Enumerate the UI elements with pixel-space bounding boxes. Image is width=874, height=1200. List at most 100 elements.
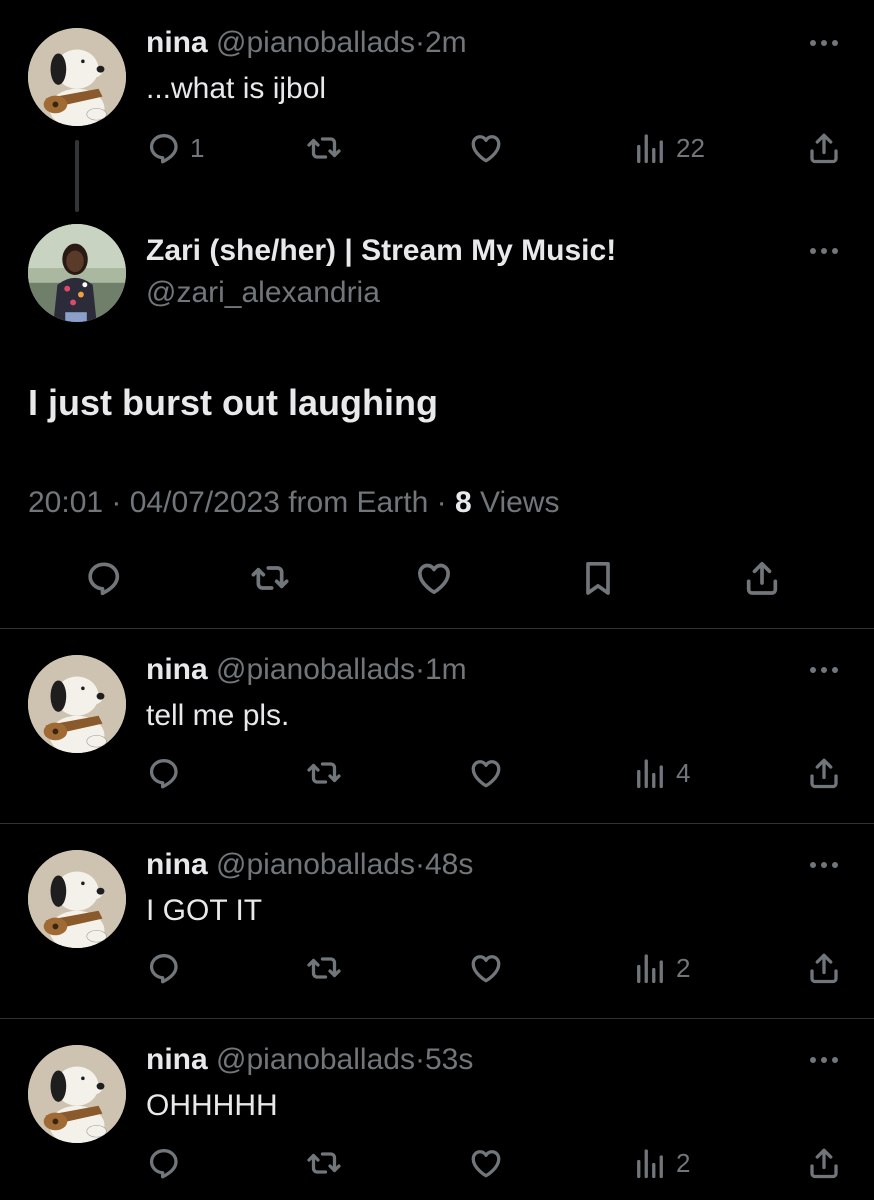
bookmark-icon: [578, 558, 618, 598]
tweet-4[interactable]: nina @pianoballads·53s OHHHHH 2: [0, 1019, 874, 1200]
avatar-image: [28, 655, 126, 753]
user-name[interactable]: nina: [146, 653, 208, 686]
tweet-actions: 2: [146, 948, 846, 988]
reply-button[interactable]: [84, 558, 124, 598]
reply-icon: [84, 558, 124, 598]
tweet-1[interactable]: nina @pianoballads·2m ...what is ijbol 1…: [0, 0, 874, 220]
more-icon[interactable]: [810, 246, 844, 256]
retweet-button[interactable]: [306, 128, 342, 168]
user-handle[interactable]: @pianoballads: [216, 848, 415, 881]
avatar[interactable]: [28, 224, 126, 322]
reply-icon: [146, 1145, 182, 1181]
retweet-icon: [306, 1145, 342, 1181]
tweet-actions: 4: [146, 753, 846, 793]
views-button[interactable]: 2: [632, 1143, 690, 1183]
avatar[interactable]: [28, 655, 126, 753]
views-count: 8: [454, 486, 472, 519]
tweet-text: I GOT IT: [146, 894, 263, 927]
user-handle[interactable]: @pianoballads: [216, 1043, 415, 1076]
tweet-header: nina @pianoballads·48s: [146, 848, 473, 882]
reply-button[interactable]: [146, 948, 190, 988]
like-icon: [468, 130, 504, 166]
user-handle[interactable]: @pianoballads: [216, 653, 415, 686]
like-button[interactable]: [414, 558, 454, 598]
tweet-timestamp[interactable]: 20:01 · 04/07/2023 from Earth: [28, 486, 428, 519]
user-handle[interactable]: @zari_alexandria: [146, 276, 380, 310]
retweet-button[interactable]: [306, 753, 342, 793]
tweet-time[interactable]: 53s: [425, 1043, 473, 1076]
like-icon: [468, 755, 504, 791]
share-button[interactable]: [742, 558, 782, 598]
share-icon: [806, 130, 842, 166]
views-label: Views: [479, 486, 560, 519]
user-name[interactable]: nina: [146, 848, 208, 881]
avatar[interactable]: [28, 1045, 126, 1143]
tweet-actions: [0, 558, 874, 608]
share-button[interactable]: [806, 948, 842, 988]
more-icon[interactable]: [810, 38, 844, 48]
tweet-actions: 2: [146, 1143, 846, 1183]
thread-line: [75, 140, 79, 212]
retweet-icon: [250, 558, 290, 598]
tweet-time[interactable]: 48s: [425, 848, 473, 881]
like-icon: [468, 1145, 504, 1181]
retweet-icon: [306, 755, 342, 791]
separator-dot: ·: [436, 486, 447, 519]
reply-icon: [146, 755, 182, 791]
avatar-image: [28, 1045, 126, 1143]
reply-button[interactable]: [146, 753, 190, 793]
views-count: 22: [676, 132, 705, 163]
share-button[interactable]: [806, 1143, 842, 1183]
reply-count: 1: [190, 132, 205, 163]
reply-button[interactable]: [146, 1143, 190, 1183]
like-button[interactable]: [468, 128, 504, 168]
views-count: 2: [676, 952, 691, 983]
tweet-2[interactable]: nina @pianoballads·1m tell me pls. 4: [0, 629, 874, 823]
reply-icon: [146, 130, 182, 166]
tweet-header: nina @pianoballads·2m: [146, 26, 467, 60]
tweet-actions: 1 22: [146, 128, 846, 168]
retweet-button[interactable]: [306, 948, 342, 988]
avatar[interactable]: [28, 850, 126, 948]
separator-dot: ·: [414, 26, 425, 59]
reply-button[interactable]: 1: [146, 128, 204, 168]
main-tweet: Zari (she/her) | Stream My Music! @zari_…: [0, 220, 874, 628]
more-icon[interactable]: [810, 860, 844, 870]
like-icon: [414, 558, 454, 598]
avatar-image: [28, 850, 126, 948]
separator-dot: ·: [414, 1043, 425, 1076]
tweet-text: ...what is ijbol: [146, 72, 327, 105]
avatar-image: [28, 224, 126, 322]
tweet-text: tell me pls.: [146, 699, 290, 732]
retweet-button[interactable]: [306, 1143, 342, 1183]
share-icon: [806, 1145, 842, 1181]
like-button[interactable]: [468, 1143, 504, 1183]
like-button[interactable]: [468, 753, 504, 793]
retweet-icon: [306, 950, 342, 986]
more-icon[interactable]: [810, 665, 844, 675]
retweet-button[interactable]: [250, 558, 290, 598]
share-button[interactable]: [806, 753, 842, 793]
views-icon: [632, 130, 668, 166]
like-button[interactable]: [468, 948, 504, 988]
separator-dot: ·: [414, 848, 425, 881]
views-icon: [632, 950, 668, 986]
user-name[interactable]: nina: [146, 1043, 208, 1076]
avatar[interactable]: [28, 28, 126, 126]
views-button[interactable]: 2: [632, 948, 690, 988]
more-icon[interactable]: [810, 1055, 844, 1065]
views-button[interactable]: 22: [632, 128, 705, 168]
tweet-header: nina @pianoballads·1m: [146, 653, 467, 687]
tweet-time[interactable]: 1m: [425, 653, 467, 686]
share-button[interactable]: [806, 128, 842, 168]
views-count: 2: [676, 1147, 691, 1178]
views-icon: [632, 1145, 668, 1181]
bookmark-button[interactable]: [578, 558, 618, 598]
user-handle[interactable]: @pianoballads: [216, 26, 415, 59]
views-button[interactable]: 4: [632, 753, 690, 793]
user-name[interactable]: Zari (she/her) | Stream My Music!: [146, 234, 616, 268]
tweet-3[interactable]: nina @pianoballads·48s I GOT IT 2: [0, 824, 874, 1018]
reply-icon: [146, 950, 182, 986]
tweet-time[interactable]: 2m: [425, 26, 467, 59]
user-name[interactable]: nina: [146, 26, 208, 59]
